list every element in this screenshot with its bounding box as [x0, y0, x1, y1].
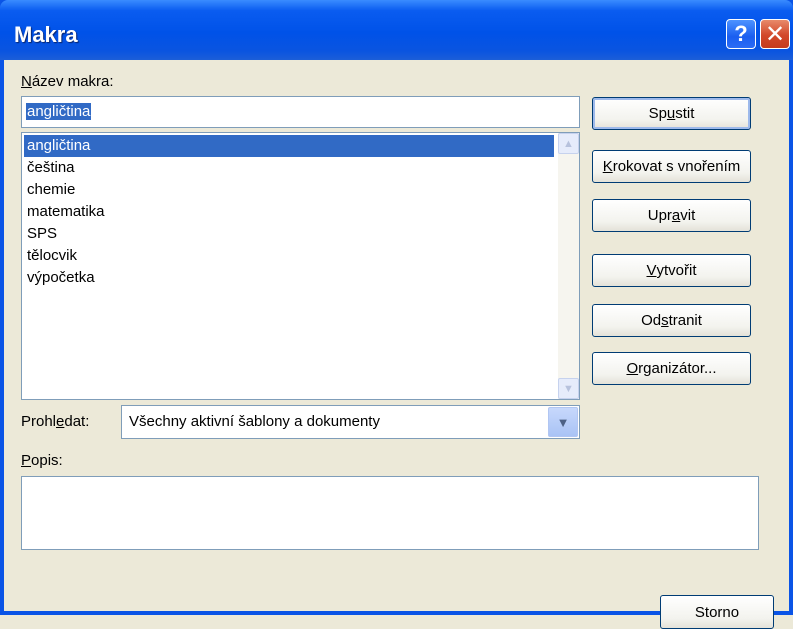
- cancel-button[interactable]: Storno: [660, 595, 774, 629]
- search-in-value: Všechny aktivní šablony a dokumenty: [129, 413, 380, 430]
- scroll-up-button[interactable]: ▲: [558, 133, 579, 154]
- search-in-select[interactable]: Všechny aktivní šablony a dokumenty ▼: [121, 405, 580, 439]
- chevron-down-icon: ▼: [563, 382, 574, 395]
- macro-name-value: angličtina: [26, 103, 92, 120]
- create-button[interactable]: Vytvořit: [592, 254, 751, 287]
- list-item[interactable]: chemie: [24, 179, 554, 201]
- title-bar[interactable]: Makra ? ✕: [0, 0, 793, 60]
- chevron-down-icon: ▼: [556, 414, 570, 430]
- list-item[interactable]: matematika: [24, 201, 554, 223]
- description-label: Popis:: [21, 452, 63, 469]
- list-item[interactable]: SPS: [24, 223, 554, 245]
- step-into-button[interactable]: Krokovat s vnořením: [592, 150, 751, 183]
- organizer-button[interactable]: Organizátor...: [592, 352, 751, 385]
- list-item[interactable]: tělocvik: [24, 245, 554, 267]
- dialog-title: Makra: [14, 22, 78, 47]
- macro-name-label: Název makra:: [21, 73, 114, 90]
- macro-list[interactable]: angličtina čeština chemie matematika SPS…: [21, 132, 580, 400]
- run-button[interactable]: Sp u stit: [592, 97, 751, 130]
- scroll-down-button[interactable]: ▼: [558, 378, 579, 399]
- list-scrollbar[interactable]: ▲ ▼: [558, 133, 579, 399]
- dialog-body: Název makra: angličtina angličtina češti…: [4, 60, 789, 629]
- delete-button[interactable]: Od s tranit: [592, 304, 751, 337]
- close-button[interactable]: ✕: [760, 19, 790, 49]
- list-item[interactable]: angličtina: [24, 135, 554, 157]
- help-icon: ?: [734, 21, 748, 46]
- close-icon: ✕: [764, 20, 786, 48]
- macro-name-input[interactable]: angličtina: [21, 96, 580, 128]
- edit-button[interactable]: Upr a vit: [592, 199, 751, 232]
- chevron-up-icon: ▲: [563, 137, 574, 150]
- help-button[interactable]: ?: [726, 19, 756, 49]
- list-item[interactable]: výpočetka: [24, 267, 554, 289]
- list-item[interactable]: čeština: [24, 157, 554, 179]
- macro-dialog: Makra ? ✕ Název makra: angličtina anglič…: [0, 0, 793, 629]
- search-in-label: Prohledat:: [21, 413, 90, 430]
- description-field: [21, 476, 759, 550]
- dropdown-button[interactable]: ▼: [548, 407, 578, 437]
